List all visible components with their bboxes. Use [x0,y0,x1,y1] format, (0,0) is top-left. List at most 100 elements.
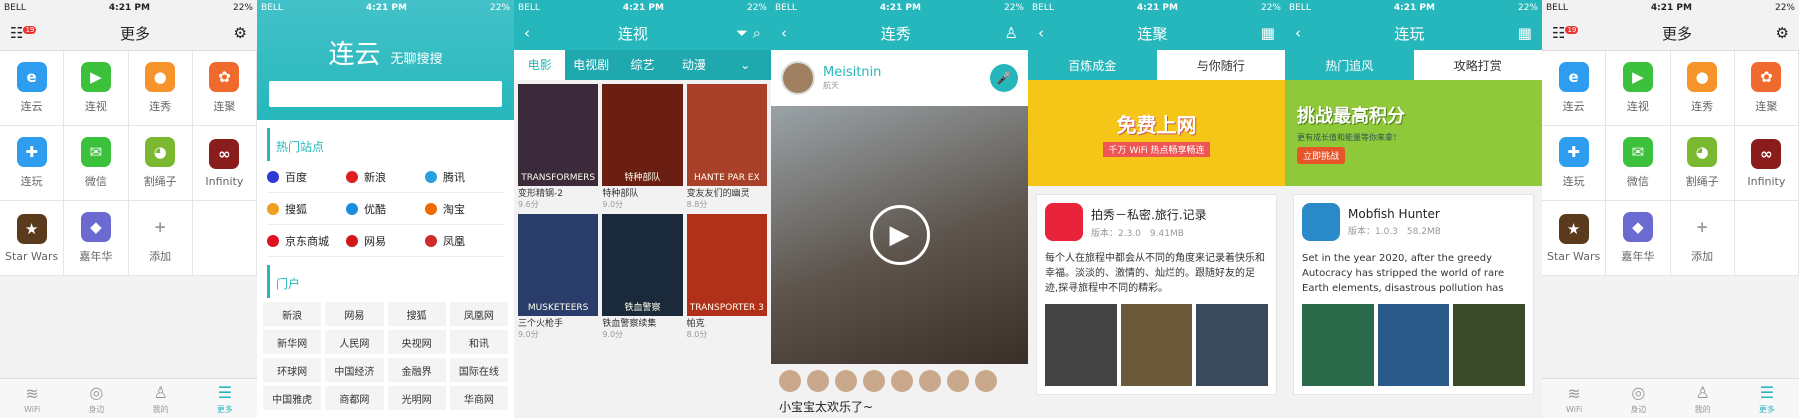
grid-icon[interactable]: ▦ [1261,24,1275,42]
site-link[interactable]: 凤凰 [425,225,504,257]
app-cell[interactable]: e 连云 [1542,51,1607,126]
site-link[interactable]: 网易 [346,225,425,257]
app-cell[interactable]: ✚ 连玩 [0,126,65,201]
banner[interactable]: 挑战最高积分 更有成长值和能量等你来拿！ 立即挑战 [1285,80,1542,186]
app-cell[interactable]: ◕ 割绳子 [1670,126,1735,201]
site-link[interactable]: 优酷 [346,193,425,225]
app-cell[interactable]: + 添加 [128,201,193,276]
tab-2[interactable]: ♙ 我的 [129,379,193,418]
app-label: 连聚 [1755,100,1778,113]
portal-link[interactable]: 和讯 [449,330,508,354]
site-link[interactable]: 百度 [267,161,346,193]
movie-item[interactable]: 铁血警察 铁血警察续集 9.0分 [602,214,683,340]
play-icon[interactable]: ▶ [869,205,930,265]
app-cell[interactable]: ▶ 连视 [1606,51,1671,126]
site-link[interactable]: 京东商城 [267,225,346,257]
tab-0[interactable]: 百炼成金 [1028,50,1157,80]
user-icon[interactable]: ♙ [1005,24,1018,42]
filter-search-icons[interactable]: ⏷ ⌕ [736,24,761,42]
portal-link[interactable]: 华商网 [449,386,508,410]
grid-icon[interactable]: ▦ [1518,24,1532,42]
site-link[interactable]: 淘宝 [425,193,504,225]
portal-link[interactable]: 国际在线 [449,358,508,382]
site-link[interactable]: 新浪 [346,161,425,193]
app-cell[interactable]: ✿ 连聚 [1734,51,1799,126]
portal-link[interactable]: 光明网 [387,386,446,410]
portal-link[interactable]: 中国雅虎 [263,386,322,410]
app-cell[interactable]: ◕ 割绳子 [128,126,193,201]
app-card[interactable]: 拍秀－私密.旅行.记录 版本：2.3.0 9.41MB 每个人在旅程中都会从不同的… [1036,194,1277,395]
portal-link[interactable]: 央视网 [387,330,446,354]
tab-0[interactable]: 电影 [514,50,566,80]
movie-item[interactable]: MUSKETEERS 三个火枪手 9.0分 [518,214,599,340]
chevron-down-icon[interactable]: ⌄ [720,50,771,80]
app-label: 连聚 [213,100,236,113]
tab-1[interactable]: ◎ 身边 [64,379,128,418]
portal-link[interactable]: 商都网 [325,386,384,410]
app-cell[interactable]: ✿ 连聚 [192,51,257,126]
movie-item[interactable]: TRANSPORTER 3 帕克 8.0分 [686,214,767,340]
tab-1[interactable]: ◎ 身边 [1606,379,1670,418]
tab-3[interactable]: ☰ 更多 [1735,379,1799,418]
mic-icon[interactable]: 🎤 [990,64,1018,92]
portal-link[interactable]: 新华网 [263,330,322,354]
app-cell[interactable]: ✚ 连玩 [1542,126,1607,201]
portal-link[interactable]: 凤凰网 [449,302,508,326]
search-input[interactable] [269,81,502,107]
portal-link[interactable]: 新浪 [263,302,322,326]
app-cell[interactable]: ● 连秀 [128,51,193,126]
portal-link[interactable]: 中国经济 [325,358,384,382]
video-photo[interactable]: ▶ [771,106,1028,364]
app-cell[interactable]: ✉ 微信 [64,126,129,201]
app-cell[interactable]: ∞ Infinity [1734,126,1799,201]
movie-item[interactable]: HANTE PAR EX 变友友们的幽灵 8.8分 [686,84,767,210]
app-cell[interactable]: ◆ 嘉年华 [64,201,129,276]
tab-1[interactable]: 电视剧 [565,50,616,80]
app-cell[interactable]: ● 连秀 [1670,51,1735,126]
back-icon[interactable]: ‹ [781,24,787,42]
portal-link[interactable]: 搜狐 [387,302,446,326]
portal-link[interactable]: 环球网 [263,358,322,382]
app-cell[interactable]: ▶ 连视 [64,51,129,126]
app-cell[interactable]: ✉ 微信 [1606,126,1671,201]
tab-3[interactable]: ☰ 更多 [193,379,257,418]
site-link[interactable]: 腾讯 [425,161,504,193]
back-icon[interactable]: ‹ [1295,24,1301,42]
message-icon[interactable]: ☷ 19 [1552,24,1579,42]
tab-1[interactable]: 与你随行 [1156,50,1285,80]
app-cell[interactable]: e 连云 [0,51,65,126]
site-link[interactable]: 搜狐 [267,193,346,225]
tab-1[interactable]: 攻略打赏 [1413,50,1542,80]
app-cell[interactable]: + 添加 [1670,201,1735,276]
portal-link[interactable]: 网易 [325,302,384,326]
tab-0[interactable]: 热门追风 [1285,50,1414,80]
tab-0[interactable]: ≋ WiFi [0,379,64,418]
back-icon[interactable]: ‹ [524,24,530,42]
movie-score: 9.0分 [602,330,624,339]
tab-0[interactable]: ≋ WiFi [1542,379,1606,418]
challenge-button[interactable]: 立即挑战 [1297,147,1346,164]
portal-link[interactable]: 人民网 [325,330,384,354]
message-icon[interactable]: ☷ 19 [10,24,37,42]
banner[interactable]: 免费上网 千万 WiFi 热点畅享畅连 [1028,80,1285,186]
gear-icon[interactable]: ⚙ [234,24,247,42]
tab-2[interactable]: 综艺 [617,50,668,80]
app-cell[interactable]: ★ Star Wars [1542,201,1607,276]
app-cell[interactable]: ★ Star Wars [0,201,65,276]
username[interactable]: Meisitnin [823,65,881,80]
movie-item[interactable]: 特种部队 特种部队 9.0分 [602,84,683,210]
app-label: 添加 [149,250,172,263]
tab-3[interactable]: 动漫 [668,50,719,80]
portal-link[interactable]: 金融界 [387,358,446,382]
app-cell[interactable]: ∞ Infinity [192,126,257,201]
tab-2[interactable]: ♙ 我的 [1671,379,1735,418]
app-cell[interactable] [1734,201,1799,276]
app-cell[interactable]: ◆ 嘉年华 [1606,201,1671,276]
section-title: 热门站点 [267,128,514,161]
app-card[interactable]: Mobfish Hunter 版本：1.0.3 58.2MB Set in the… [1293,194,1534,395]
movie-item[interactable]: TRANSFORMERS 变形精钢-2 9.6分 [518,84,599,210]
gear-icon[interactable]: ⚙ [1776,24,1789,42]
avatar[interactable] [781,61,815,95]
app-cell[interactable] [192,201,257,276]
back-icon[interactable]: ‹ [1038,24,1044,42]
